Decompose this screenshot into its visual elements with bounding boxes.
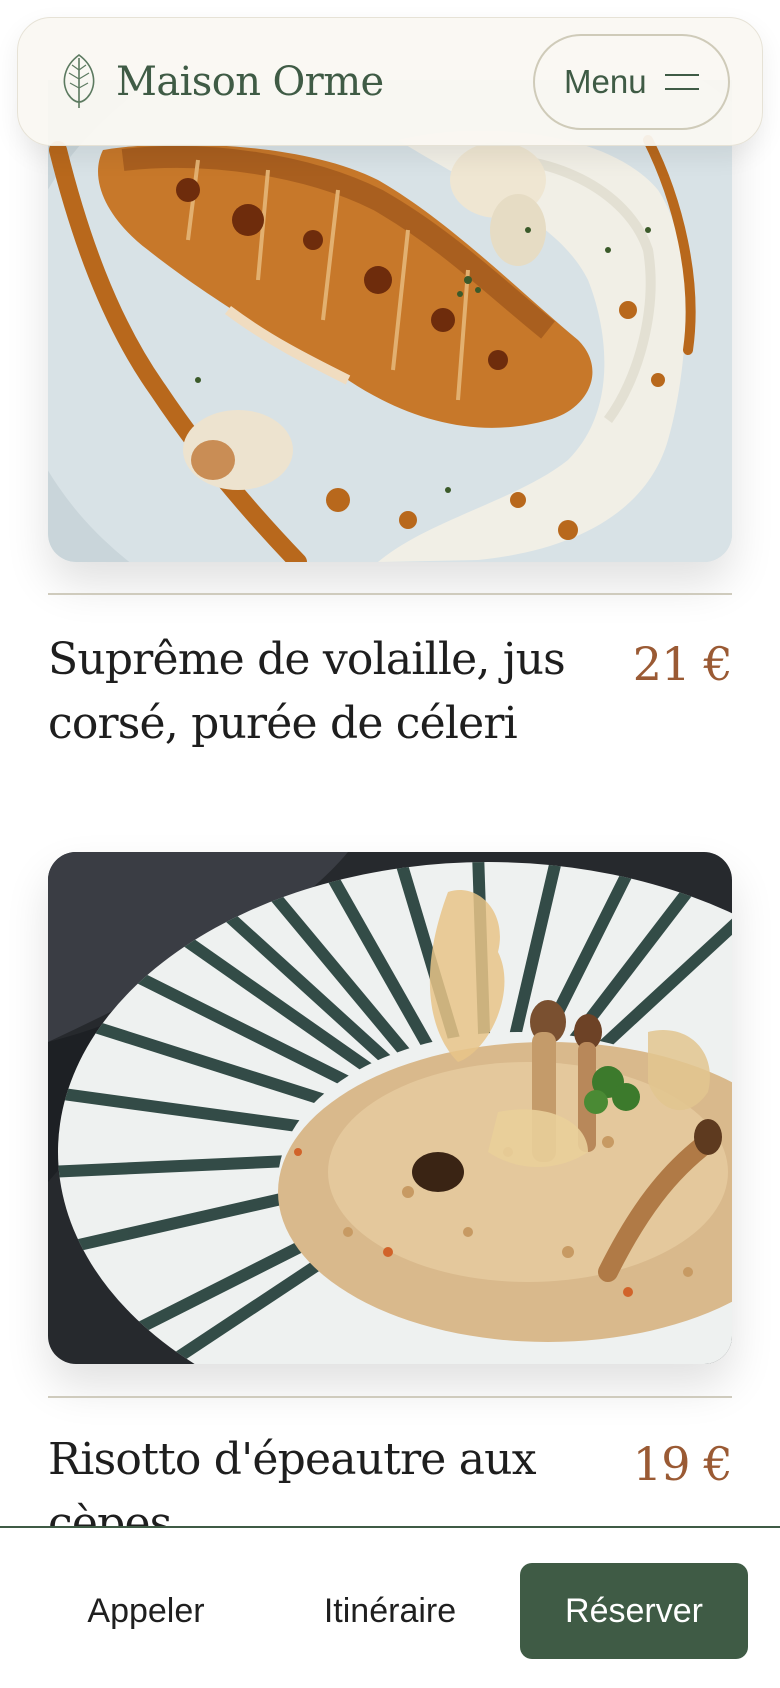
dish-divider <box>48 593 732 595</box>
site-header: Maison Orme Menu <box>17 17 763 146</box>
menu-button[interactable]: Menu <box>533 34 730 130</box>
call-button[interactable]: Appeler <box>40 1563 252 1659</box>
dish-photo-risotto <box>48 852 732 1364</box>
dish-price: 19 € <box>632 1437 733 1491</box>
leaf-logo-icon <box>63 54 95 108</box>
dish-photo-chicken <box>48 80 732 562</box>
hamburger-icon <box>664 71 699 93</box>
dish-name: Suprême de volaille, jus corsé, purée de… <box>48 634 566 749</box>
menu-button-label: Menu <box>564 63 647 100</box>
bottom-action-bar: Appeler Itinéraire Réserver <box>0 1526 780 1688</box>
dish-divider <box>48 1396 732 1398</box>
dish-price: 21 € <box>632 637 733 691</box>
directions-button[interactable]: Itinéraire <box>284 1563 496 1659</box>
reserve-button[interactable]: Réserver <box>520 1563 748 1659</box>
brand-name[interactable]: Maison Orme <box>116 58 384 106</box>
